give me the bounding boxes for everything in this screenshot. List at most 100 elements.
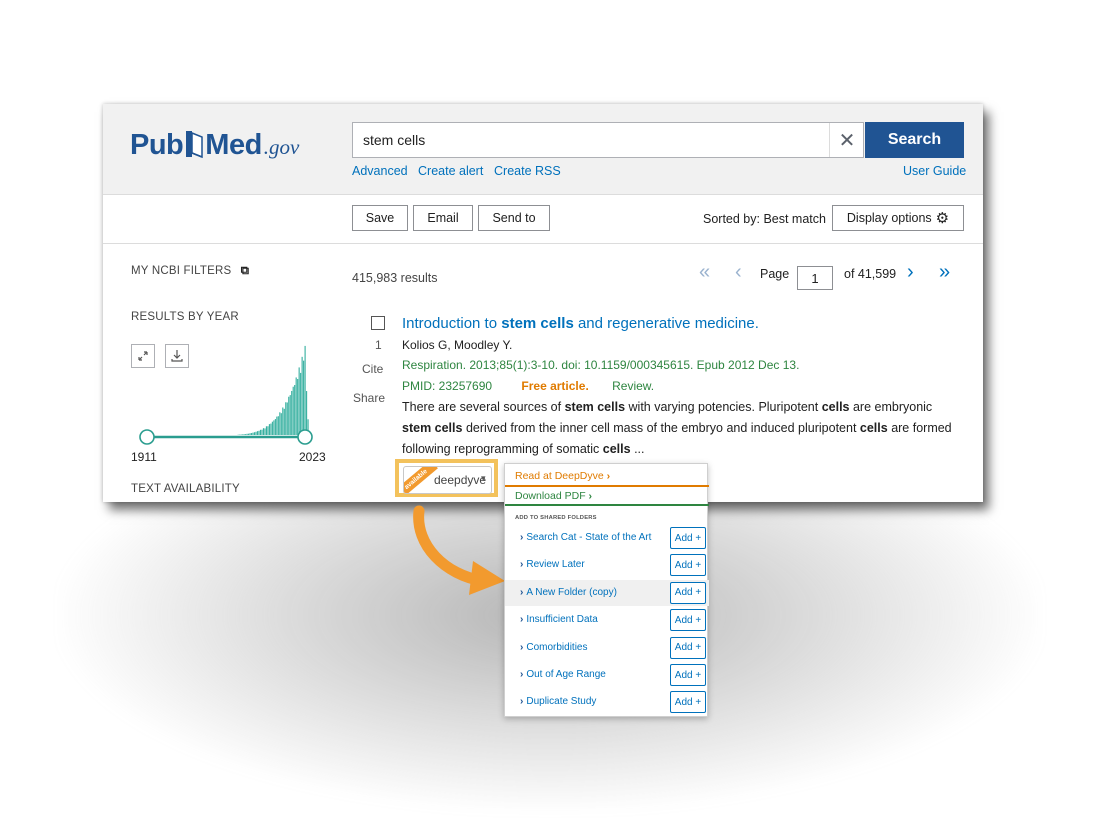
prev-page-button[interactable]: ‹ (735, 261, 742, 284)
chevron-right-icon: › (520, 669, 524, 680)
send-to-button[interactable]: Send to (478, 205, 550, 231)
my-ncbi-filters-link[interactable]: MY NCBI FILTERS ⧉ (131, 265, 249, 278)
add-to-folder-button[interactable]: Add + (670, 581, 706, 604)
results-toolbar: Save Email Send to Sorted by: Best match… (103, 195, 983, 244)
folder-row[interactable]: › Out of Age Range Add + (505, 662, 709, 688)
add-to-folder-button[interactable]: Add + (670, 664, 706, 686)
create-rss-link[interactable]: Create RSS (494, 164, 561, 178)
pubmed-logo[interactable]: Pub Med .gov (130, 122, 299, 162)
folder-row[interactable]: › Search Cat - State of the Art Add + (505, 525, 709, 551)
add-to-folder-button[interactable]: Add + (670, 636, 706, 659)
user-guide-link[interactable]: User Guide (903, 164, 966, 178)
arrow-icon (413, 505, 505, 595)
deepdyve-highlight: available deepdyve ▾ (395, 459, 498, 497)
chevron-right-icon: › (520, 559, 524, 571)
shared-folders-heading: ADD TO SHARED FOLDERS (515, 515, 597, 521)
folder-name[interactable]: › A New Folder (copy) (520, 587, 617, 598)
year-bar (271, 421, 273, 435)
year-bar (285, 402, 287, 435)
snippet-line-2: stem cells derived from the inner cell m… (402, 421, 952, 435)
divider (505, 504, 709, 506)
add-to-folder-button[interactable]: Add + (670, 609, 706, 632)
year-bar (298, 367, 300, 435)
cite-button[interactable]: Cite (362, 362, 383, 376)
download-pdf-link[interactable]: Download PDF › (515, 490, 592, 502)
available-ribbon: available (404, 467, 438, 493)
year-bar (274, 419, 276, 435)
clear-search-button[interactable]: ✕ (829, 123, 864, 157)
page-number-input[interactable]: 1 (797, 266, 833, 290)
next-page-button[interactable]: › (907, 261, 914, 284)
article-meta: PMID: 23257690 Free article. Review. (402, 379, 654, 393)
article-authors: Kolios G, Moodley Y. (402, 338, 513, 352)
year-bar (262, 428, 265, 435)
chevron-right-icon: › (520, 696, 524, 708)
header: Pub Med .gov ✕ Search Advanced Create al… (103, 104, 983, 195)
read-at-deepdyve-link[interactable]: Read at DeepDyve › (515, 470, 610, 482)
range-start-handle[interactable] (139, 429, 155, 445)
logo-med: Med (205, 129, 262, 161)
first-page-button[interactable]: « (699, 261, 710, 284)
year-bar (259, 429, 262, 435)
advanced-link[interactable]: Advanced (352, 164, 408, 178)
deepdyve-button[interactable]: available deepdyve ▾ (403, 466, 492, 494)
search-input[interactable] (363, 123, 823, 157)
external-link-icon: ⧉ (240, 265, 250, 277)
folder-row[interactable]: › Comorbidities Add + (505, 635, 709, 661)
year-bar (246, 433, 248, 435)
folder-row[interactable]: › A New Folder (copy) Add + (505, 579, 709, 606)
folder-row[interactable]: › Duplicate Study Add + (505, 689, 709, 715)
share-button[interactable]: Share (353, 391, 385, 405)
close-icon: ✕ (838, 129, 856, 152)
sort-label[interactable]: Sorted by: Best match (703, 212, 826, 226)
range-end-handle[interactable] (297, 429, 313, 445)
divider (505, 485, 709, 487)
folder-name[interactable]: › Comorbidities (520, 642, 587, 653)
folder-name[interactable]: › Review Later (520, 559, 585, 570)
result-checkbox[interactable] (371, 316, 385, 330)
results-by-year-chart[interactable] (133, 339, 323, 449)
deepdyve-dropdown: Read at DeepDyve › Download PDF › ADD TO… (504, 463, 709, 717)
review-badge: Review. (612, 379, 655, 393)
page-label: Page (760, 267, 790, 281)
folder-name[interactable]: › Duplicate Study (520, 696, 596, 707)
snippet-line-1: There are several sources of stem cells … (402, 400, 933, 414)
year-bar (261, 429, 263, 435)
year-bar (286, 402, 288, 435)
total-pages-label: of 41,599 (844, 267, 897, 281)
save-button[interactable]: Save (352, 205, 408, 231)
result-index: 1 (375, 338, 382, 352)
year-bar (243, 434, 245, 435)
folder-name[interactable]: › Out of Age Range (520, 669, 606, 680)
article-title-link[interactable]: Introduction to stem cells and regenerat… (402, 315, 759, 332)
results-count: 415,983 results (352, 271, 438, 285)
folder-row[interactable]: › Insufficient Data Add + (505, 607, 709, 633)
display-options-button[interactable]: Display options ⚙ (832, 205, 964, 231)
email-button[interactable]: Email (413, 205, 473, 231)
search-button[interactable]: Search (865, 122, 964, 158)
add-to-folder-button[interactable]: Add + (670, 691, 706, 714)
folder-name[interactable]: › Insufficient Data (520, 614, 598, 625)
year-end-label: 2023 (299, 450, 326, 464)
folder-name[interactable]: › Search Cat - State of the Art (520, 532, 651, 543)
year-bar (240, 434, 242, 435)
year-bar (248, 433, 250, 435)
folder-row[interactable]: › Review Later Add + (505, 552, 709, 578)
year-bar (303, 360, 305, 435)
year-bar (291, 390, 293, 435)
year-bar (283, 408, 285, 435)
create-alert-link[interactable]: Create alert (418, 164, 483, 178)
chevron-right-icon: › (520, 586, 524, 598)
add-to-folder-button[interactable]: Add + (670, 554, 706, 577)
year-bar (292, 386, 294, 435)
year-bar (288, 396, 290, 435)
year-bar (277, 416, 279, 435)
last-page-button[interactable]: » (939, 261, 950, 284)
year-bar (249, 433, 251, 435)
year-bar (264, 428, 266, 435)
add-to-folder-button[interactable]: Add + (670, 527, 706, 549)
year-bar (267, 426, 269, 435)
chevron-right-icon: › (520, 614, 524, 626)
year-bar (295, 377, 297, 435)
chevron-right-icon: › (520, 532, 524, 543)
